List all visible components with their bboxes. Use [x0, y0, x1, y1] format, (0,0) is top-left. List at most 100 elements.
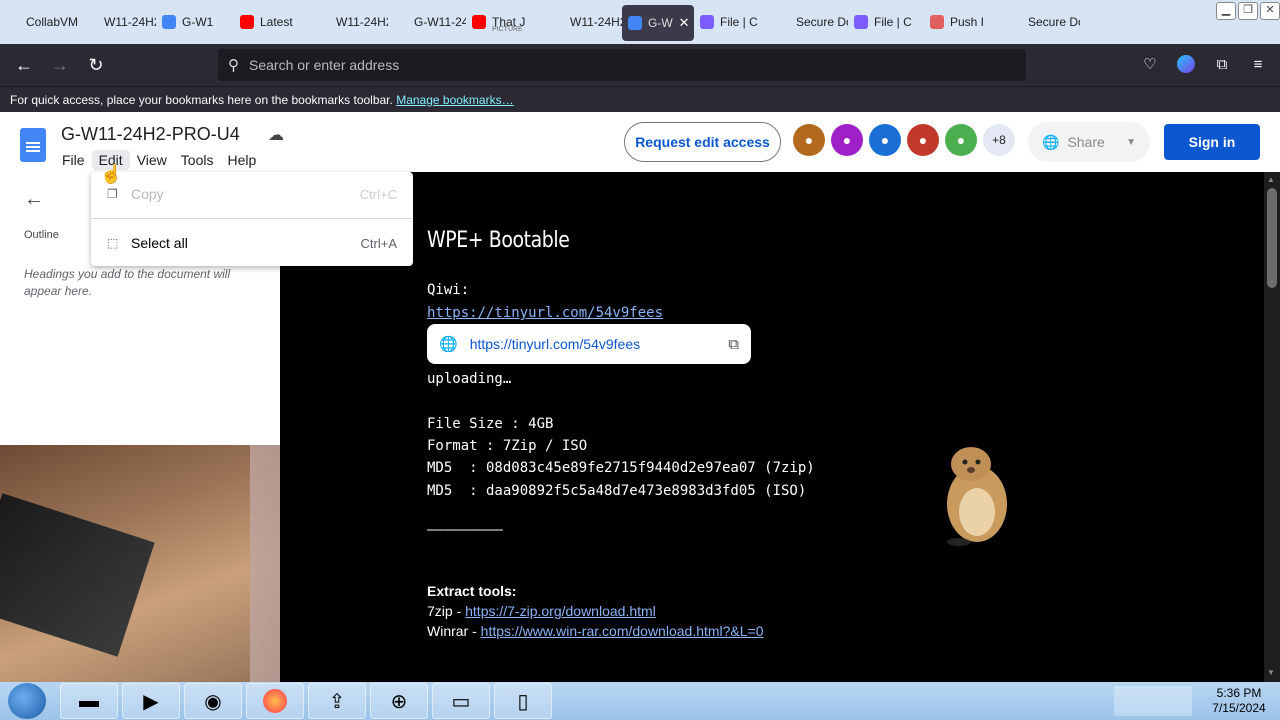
taskbar-document-icon[interactable]: ▯ [494, 683, 552, 719]
google-docs-icon[interactable] [20, 128, 46, 162]
clock-time: 5:36 PM [1216, 686, 1262, 700]
hand-cursor-icon: ☝ [100, 164, 123, 184]
tab-favicon-icon [316, 15, 330, 29]
qiwi-link[interactable]: https://tinyurl.com/54v9fees [427, 305, 663, 321]
clock-date: 7/15/2024 [1212, 701, 1266, 715]
tab-label: G-W [648, 16, 673, 30]
tab-favicon-icon [84, 15, 98, 29]
browser-tab[interactable]: G-W11-24 [388, 4, 466, 40]
restore-button[interactable]: ❐ [1238, 2, 1258, 20]
link-preview-card[interactable]: 🌐 https://tinyurl.com/54v9fees ⧉ [427, 324, 751, 364]
request-edit-access-button[interactable]: Request edit access [624, 122, 781, 162]
select-all-icon: ⬚ [107, 236, 119, 250]
copy-icon: ❐ [107, 187, 118, 201]
menu-view[interactable]: View [130, 150, 174, 170]
taskbar-terminal-icon[interactable]: ▬ [60, 683, 118, 719]
pocket-icon[interactable]: ♡ [1136, 50, 1164, 78]
tab-favicon-icon [628, 16, 642, 30]
uploading-text: uploading… [427, 371, 512, 387]
browser-tab[interactable]: File | C [694, 4, 770, 40]
qiwi-label: Qiwi: [427, 282, 470, 298]
taskbar-clock[interactable]: 5:36 PM 7/15/2024 [1198, 686, 1280, 716]
taskbar-firefox-icon[interactable] [246, 683, 304, 719]
document-title[interactable]: G-W11-24H2-PRO-U4 [61, 124, 240, 145]
copy-icon[interactable]: ⧉ [728, 336, 739, 353]
account-icon[interactable] [1172, 50, 1200, 78]
browser-tab[interactable]: CollabVM [0, 4, 78, 40]
menu-divider [91, 218, 413, 219]
browser-tab[interactable]: Push I [924, 4, 1002, 40]
tab-sublabel: PICTURE [492, 26, 523, 33]
globe-icon: 🌐 [439, 336, 458, 353]
browser-tab[interactable]: That J PICTURE [466, 4, 544, 40]
taskbar-network-icon[interactable]: ⊕ [370, 683, 428, 719]
winrar-download-link[interactable]: https://www.win-rar.com/download.html?&L… [481, 623, 764, 639]
tab-favicon-icon [550, 15, 564, 29]
scroll-down-arrow-icon[interactable]: ▼ [1267, 668, 1275, 677]
extensions-icon[interactable]: ⧉ [1208, 50, 1236, 78]
more-collaborators-badge[interactable]: +8 [983, 124, 1015, 156]
edit-menu-dropdown: ❐ Copy Ctrl+C ⬚ Select all Ctrl+A [91, 172, 413, 266]
tab-favicon-icon [700, 15, 714, 29]
back-arrow-icon[interactable]: ← [6, 47, 42, 83]
cat-icon[interactable]: ● [793, 124, 825, 156]
taskbar-media-player-icon[interactable]: ▶ [122, 683, 180, 719]
kiwi-icon[interactable]: ● [831, 124, 863, 156]
octopus-icon[interactable]: ● [869, 124, 901, 156]
tab-favicon-icon [394, 15, 408, 29]
taskbar-installer-icon[interactable]: ⇪ [308, 683, 366, 719]
taskbar-monitor-icon[interactable]: ▭ [432, 683, 490, 719]
tray-icons[interactable] [1114, 686, 1192, 716]
windows-taskbar: ▬ ▶ ◉ ⇪ ⊕ ▭ ▯ 5:36 PM 7/15/2024 [0, 682, 1280, 720]
shield-icon[interactable]: ● [907, 124, 939, 156]
divider-text: ————————— [427, 522, 503, 538]
scrollbar-thumb[interactable] [1267, 188, 1277, 288]
menu-tools[interactable]: Tools [174, 150, 221, 170]
tab-favicon-icon [162, 15, 176, 29]
address-bar[interactable]: ⚲ Search or enter address [218, 49, 1026, 81]
md5-7zip-text: MD5 : 08d083c45e89fe2715f9440d2e97ea07 (… [427, 460, 815, 476]
globe-icon: 🌐 [1042, 133, 1060, 150]
start-button[interactable] [8, 683, 46, 719]
browser-tab[interactable]: Latest [234, 4, 310, 40]
collaborator-avatars: ● ● ● ● ● +8 [793, 124, 1015, 156]
browser-tab[interactable]: W11-24H2 [544, 4, 622, 40]
tab-label: W11-24H2 [104, 15, 156, 29]
scroll-up-arrow-icon[interactable]: ▲ [1267, 175, 1275, 184]
address-placeholder: Search or enter address [249, 57, 400, 73]
document-scrollbar[interactable]: ▲ ▼ [1264, 172, 1280, 682]
browser-tab[interactable]: W11-24H2 [78, 4, 156, 40]
share-button[interactable]: 🌐 Share ▼ [1028, 122, 1150, 162]
browser-tab[interactable]: File | C [848, 4, 924, 40]
cloud-saved-icon[interactable]: ☁ [268, 125, 284, 145]
close-outline-arrow-icon[interactable]: ← [24, 188, 44, 211]
browser-tab[interactable]: G-W ✕ [622, 5, 694, 41]
browser-tab[interactable]: Secure Do [1002, 4, 1080, 40]
link-card-url[interactable]: https://tinyurl.com/54v9fees [470, 336, 640, 352]
copy-label: Copy [131, 186, 164, 202]
manage-bookmarks-link[interactable]: Manage bookmarks… [396, 93, 513, 107]
md5-iso-text: MD5 : daa90892f5c5a48d7e473e8983d3fd05 (… [427, 483, 807, 499]
zip-download-link[interactable]: https://7-zip.org/download.html [465, 603, 656, 619]
menu-help[interactable]: Help [220, 150, 263, 170]
turtle-icon[interactable]: ● [945, 124, 977, 156]
close-window-button[interactable]: ✕ [1260, 2, 1280, 20]
reload-icon[interactable]: ↻ [78, 47, 114, 83]
browser-tab[interactable]: G-W1 [156, 4, 234, 40]
menu-item-copy[interactable]: ❐ Copy Ctrl+C [91, 176, 413, 212]
search-icon: ⚲ [228, 57, 239, 74]
minimize-button[interactable]: ▁ [1216, 2, 1236, 20]
tab-favicon-icon [776, 15, 790, 29]
outline-hint: Headings you add to the document will ap… [24, 267, 231, 298]
forward-arrow-icon[interactable]: → [42, 47, 78, 83]
menu-file[interactable]: File [55, 150, 92, 170]
window-controls: ▁ ❐ ✕ [1216, 2, 1280, 20]
browser-tab[interactable]: W11-24H2 [310, 4, 388, 40]
menu-hamburger-icon[interactable]: ≡ [1244, 50, 1272, 78]
close-tab-icon[interactable]: ✕ [679, 15, 690, 31]
tab-favicon-icon [854, 15, 868, 29]
menu-item-select-all[interactable]: ⬚ Select all Ctrl+A [91, 225, 413, 261]
taskbar-globe-icon[interactable]: ◉ [184, 683, 242, 719]
sign-in-button[interactable]: Sign in [1164, 124, 1260, 160]
browser-tab[interactable]: Secure Do [770, 4, 848, 40]
